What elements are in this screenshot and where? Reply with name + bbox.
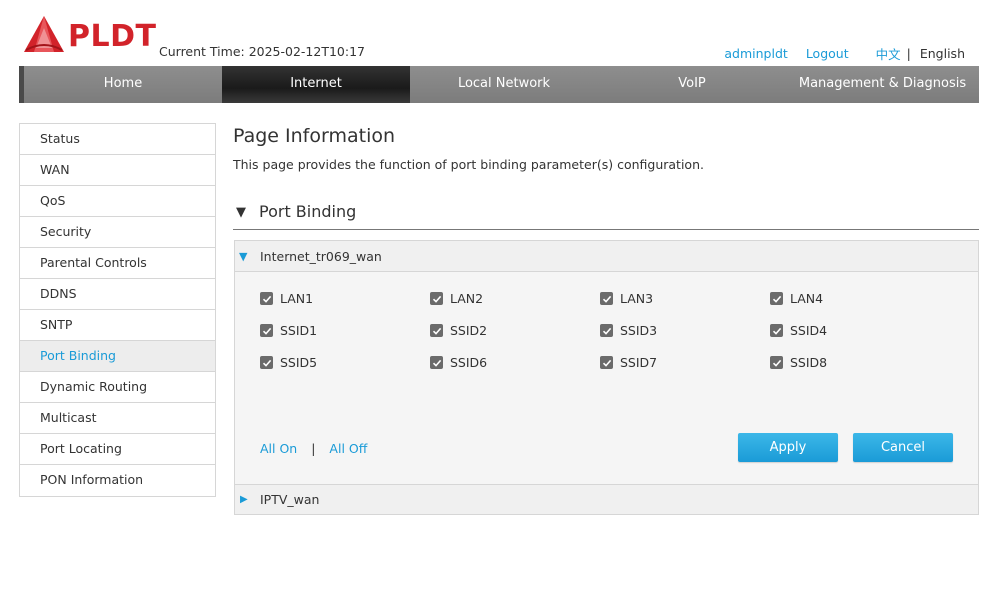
apply-button[interactable]: Apply [738,433,838,462]
checkbox-label: LAN4 [790,291,824,306]
sidebar: Status WAN QoS Security Parental Control… [19,123,216,497]
sidebar-item-port-locating[interactable]: Port Locating [20,434,215,465]
header-links: adminpldt Logout 中文 | English [724,44,965,63]
nav-internet[interactable]: Internet [222,66,410,103]
brand-name: PLDT [68,18,157,54]
checkbox-label: SSID1 [280,323,318,338]
checkbox-ssid6[interactable]: SSID6 [430,355,487,370]
sidebar-item-ddns[interactable]: DDNS [20,279,215,310]
checkbox-label: SSID5 [280,355,318,370]
sidebar-item-parental-controls[interactable]: Parental Controls [20,248,215,279]
nav-voip[interactable]: VoIP [598,66,786,103]
checkbox-checked-icon [770,292,783,305]
wan-header-internet-tr069[interactable]: ▼ Internet_tr069_wan [235,241,978,272]
pldt-logo: PLDT [22,14,162,58]
checkbox-lan4[interactable]: LAN4 [770,291,823,306]
checkbox-label: SSID3 [620,323,658,338]
sidebar-item-port-binding[interactable]: Port Binding [20,341,215,372]
pldt-logo-icon [24,16,64,52]
checkbox-checked-icon [600,324,613,337]
cancel-button[interactable]: Cancel [853,433,953,462]
checkbox-checked-icon [260,324,273,337]
all-on-link[interactable]: All On [260,441,297,456]
checkbox-checked-icon [770,356,783,369]
wan-name: Internet_tr069_wan [260,249,382,264]
logout-link[interactable]: Logout [806,46,849,61]
lang-en-current: English [919,46,965,61]
select-all-controls: All On | All Off [260,441,367,456]
checkbox-label: SSID7 [620,355,658,370]
wan-name: IPTV_wan [260,492,320,507]
checkbox-label: LAN2 [450,291,484,306]
page-description: This page provides the function of port … [233,157,704,172]
sidebar-item-sntp[interactable]: SNTP [20,310,215,341]
checkbox-checked-icon [430,324,443,337]
sidebar-item-wan[interactable]: WAN [20,155,215,186]
checkbox-lan1[interactable]: LAN1 [260,291,313,306]
sidebar-item-security[interactable]: Security [20,217,215,248]
checkbox-ssid5[interactable]: SSID5 [260,355,317,370]
checkbox-checked-icon [600,356,613,369]
checkbox-checked-icon [770,324,783,337]
collapse-triangle-icon: ▼ [236,205,246,220]
checkbox-ssid1[interactable]: SSID1 [260,323,317,338]
checkbox-label: SSID8 [790,355,828,370]
nav-local-network[interactable]: Local Network [410,66,598,103]
wan-header-iptv[interactable]: ▶ IPTV_wan [235,484,978,514]
sidebar-item-multicast[interactable]: Multicast [20,403,215,434]
checkbox-ssid8[interactable]: SSID8 [770,355,827,370]
all-on-off-separator: | [311,441,316,456]
expanded-triangle-icon: ▼ [239,250,248,263]
checkbox-checked-icon [260,292,273,305]
collapsed-triangle-icon: ▶ [240,494,248,505]
lang-separator: | [906,46,911,61]
checkbox-checked-icon [430,292,443,305]
wan-binding-body: LAN1 LAN2 LAN3 LAN4 SSID1 SSID2 SSID3 SS… [235,272,978,484]
checkbox-checked-icon [430,356,443,369]
section-port-binding[interactable]: ▼ Port Binding [233,200,979,230]
all-off-link[interactable]: All Off [329,441,367,456]
main-nav: Home Internet Local Network VoIP Managem… [19,66,979,103]
checkbox-checked-icon [260,356,273,369]
checkbox-label: SSID6 [450,355,488,370]
page-title: Page Information [233,125,396,147]
wan-binding-panel: ▼ Internet_tr069_wan LAN1 LAN2 LAN3 LAN4… [234,240,979,515]
checkbox-label: SSID4 [790,323,828,338]
sidebar-item-qos[interactable]: QoS [20,186,215,217]
checkbox-label: SSID2 [450,323,488,338]
checkbox-ssid4[interactable]: SSID4 [770,323,827,338]
checkbox-label: LAN3 [620,291,654,306]
nav-home[interactable]: Home [24,66,222,103]
sidebar-item-status[interactable]: Status [20,124,215,155]
checkbox-ssid7[interactable]: SSID7 [600,355,657,370]
sidebar-item-dynamic-routing[interactable]: Dynamic Routing [20,372,215,403]
lang-zh-link[interactable]: 中文 [876,44,901,63]
checkbox-lan2[interactable]: LAN2 [430,291,483,306]
section-title: Port Binding [259,202,357,221]
nav-management-diagnosis[interactable]: Management & Diagnosis [786,66,979,103]
username-link[interactable]: adminpldt [724,46,787,61]
current-time: Current Time: 2025-02-12T10:17 [159,44,365,59]
checkbox-lan3[interactable]: LAN3 [600,291,653,306]
checkbox-ssid2[interactable]: SSID2 [430,323,487,338]
checkbox-checked-icon [600,292,613,305]
checkbox-label: LAN1 [280,291,314,306]
checkbox-ssid3[interactable]: SSID3 [600,323,657,338]
sidebar-item-pon-information[interactable]: PON Information [20,465,215,496]
